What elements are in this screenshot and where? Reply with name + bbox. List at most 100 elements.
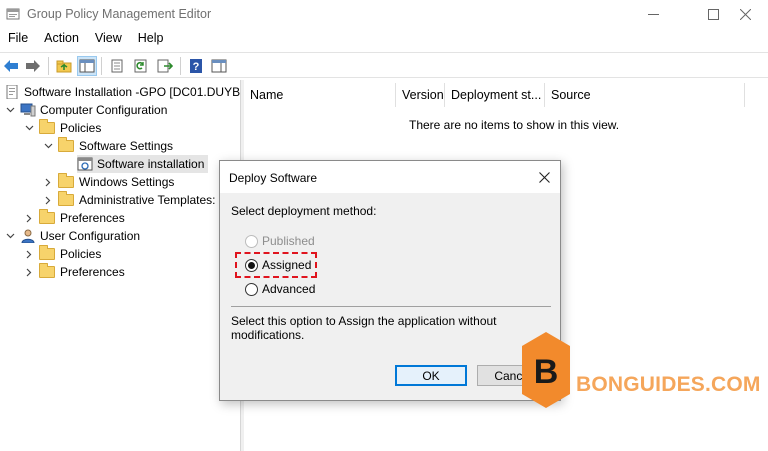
tree-node-label: Preferences [60, 211, 125, 225]
properties-button[interactable] [107, 56, 127, 76]
back-button[interactable] [1, 56, 21, 76]
minimize-button[interactable] [630, 0, 676, 28]
chevron-right-icon[interactable] [23, 266, 35, 278]
show-action-pane-icon [211, 59, 227, 73]
ok-button[interactable]: OK [395, 365, 467, 386]
show-hide-console-tree-icon [79, 59, 95, 73]
menu-help[interactable]: Help [130, 29, 172, 49]
tree-node-policies[interactable]: Policies [23, 119, 101, 137]
menu-bar: File Action View Help [0, 29, 172, 49]
svg-text:?: ? [193, 61, 200, 73]
export-list-icon [157, 59, 173, 73]
published-radio-label: Published [262, 234, 315, 248]
up-one-level-button[interactable] [54, 56, 74, 76]
tree-node-label: Software Settings [79, 139, 174, 153]
deployment-method-label: Select deployment method: [231, 204, 377, 218]
refresh-icon [134, 59, 147, 73]
chevron-right-icon[interactable] [23, 248, 35, 260]
advanced-radio-label[interactable]: Advanced [262, 282, 315, 296]
tree-node-label: Windows Settings [79, 175, 175, 189]
toolbar: ? [0, 52, 768, 78]
folder-icon [58, 173, 74, 188]
column-header-deployment-state[interactable]: Deployment st... [445, 83, 545, 107]
tree-node-root[interactable]: Software Installation -GPO [DC01.DUYBA [4, 83, 240, 101]
back-arrow-icon [4, 60, 18, 72]
assigned-radio-label[interactable]: Assigned [262, 258, 311, 272]
folder-icon [39, 263, 55, 278]
tree-node-user-policies[interactable]: Policies [23, 245, 101, 263]
computer-icon [20, 103, 36, 117]
dialog-close-button[interactable] [536, 169, 552, 185]
refresh-button[interactable] [131, 56, 151, 76]
toolbar-separator [48, 57, 49, 75]
toolbar-separator [180, 57, 181, 75]
folder-icon [58, 137, 74, 152]
show-action-pane-button[interactable] [209, 56, 229, 76]
advanced-radio[interactable] [245, 282, 258, 296]
help-icon: ? [190, 59, 202, 73]
svg-text:B: B [534, 353, 559, 391]
minimize-icon [647, 13, 659, 15]
properties-icon [111, 59, 123, 73]
column-header-source[interactable]: Source [545, 83, 745, 107]
help-button[interactable]: ? [186, 56, 206, 76]
forward-arrow-icon [26, 60, 40, 72]
advanced-radio-option[interactable]: Advanced [245, 281, 315, 297]
up-folder-icon [56, 60, 72, 73]
chevron-right-icon[interactable] [42, 176, 54, 188]
software-installation-icon [77, 157, 93, 171]
close-button[interactable] [722, 0, 768, 28]
tree-node-software-installation[interactable]: Software installation [77, 155, 209, 173]
close-icon [538, 171, 550, 183]
folder-icon [58, 191, 74, 206]
bonguides-logo-icon: B [522, 332, 570, 408]
toolbar-separator [101, 57, 102, 75]
tree-node-label: User Configuration [40, 229, 141, 243]
tree-node-label: Policies [60, 121, 102, 135]
folder-icon [39, 245, 55, 260]
menu-action[interactable]: Action [36, 29, 87, 49]
column-header-version[interactable]: Version [396, 83, 445, 107]
published-radio-option: Published [245, 233, 315, 249]
tree-node-user-preferences[interactable]: Preferences [23, 263, 125, 281]
close-icon [739, 8, 751, 20]
forward-button[interactable] [23, 56, 43, 76]
tree-node-administrative-templates[interactable]: Administrative Templates: [42, 191, 216, 209]
assigned-radio[interactable] [245, 258, 258, 272]
gpo-document-icon [6, 85, 18, 99]
user-icon [21, 229, 35, 243]
export-list-button[interactable] [155, 56, 175, 76]
tree-node-user-configuration[interactable]: User Configuration [4, 227, 140, 245]
assigned-radio-option[interactable]: Assigned [245, 257, 311, 273]
dialog-divider [231, 306, 551, 307]
tree-node-windows-settings[interactable]: Windows Settings [42, 173, 174, 191]
chevron-down-icon[interactable] [42, 140, 54, 152]
chevron-down-icon[interactable] [4, 230, 16, 242]
tree-node-label: Computer Configuration [40, 103, 168, 117]
console-tree: Software Installation -GPO [DC01.DUYBA C… [0, 80, 240, 451]
tree-node-label: Software Installation -GPO [DC01.DUYBA [24, 85, 240, 99]
tree-node-preferences[interactable]: Preferences [23, 209, 125, 227]
maximize-icon [707, 8, 719, 20]
menu-view[interactable]: View [87, 29, 130, 49]
column-header-name[interactable]: Name [244, 83, 396, 107]
app-icon [6, 8, 20, 20]
show-hide-console-tree-button[interactable] [77, 56, 97, 76]
chevron-right-icon[interactable] [23, 212, 35, 224]
tree-node-software-settings[interactable]: Software Settings [42, 137, 173, 155]
tree-node-computer-configuration[interactable]: Computer Configuration [4, 101, 167, 119]
title-bar: Group Policy Management Editor [0, 0, 768, 28]
tree-node-label: Administrative Templates: [79, 193, 216, 207]
dialog-title: Deploy Software [229, 171, 318, 185]
folder-icon [39, 119, 55, 134]
menu-file[interactable]: File [0, 29, 36, 49]
tree-node-label: Preferences [60, 265, 125, 279]
chevron-down-icon[interactable] [23, 122, 35, 134]
watermark-text: BONGUIDES.COM [576, 373, 761, 396]
chevron-right-icon[interactable] [42, 194, 54, 206]
chevron-down-icon[interactable] [4, 104, 16, 116]
deploy-software-dialog: Deploy Software Select deployment method… [219, 160, 561, 401]
bonguides-watermark: B BONGUIDES.COM [520, 330, 760, 412]
empty-list-message: There are no items to show in this view. [409, 118, 620, 132]
tree-node-label: Software installation [97, 157, 205, 171]
